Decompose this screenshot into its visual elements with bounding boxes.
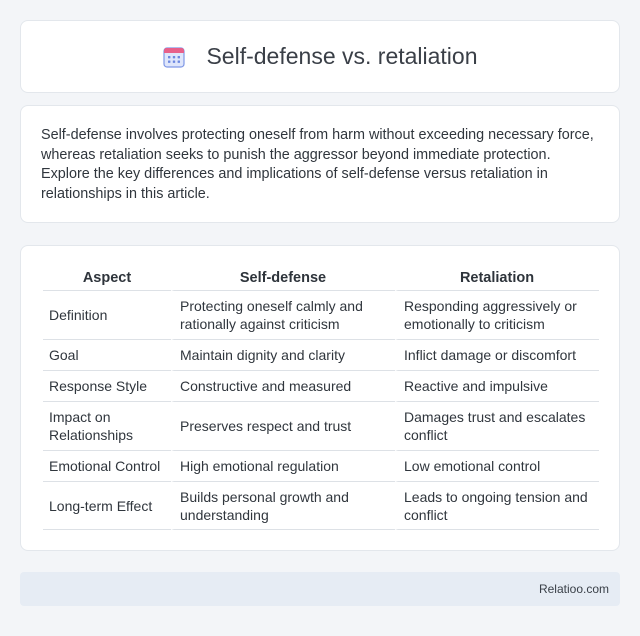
footer-brand[interactable]: Relatioo.com [539,582,609,596]
row-retaliation: Damages trust and escalates conflict [395,401,599,450]
row-retaliation: Leads to ongoing tension and conflict [395,481,599,530]
table-row: Impact on Relationships Preserves respec… [43,401,599,450]
row-self-defense: Preserves respect and trust [171,401,395,450]
table-row: Emotional Control High emotional regulat… [43,450,599,481]
header-self-defense: Self-defense [239,270,327,286]
row-aspect: Definition [43,290,171,339]
header-retaliation: Retaliation [459,270,535,286]
row-self-defense: Constructive and measured [171,370,395,401]
intro-paragraph: Self-defense involves protecting oneself… [41,127,594,202]
row-aspect: Emotional Control [43,450,171,481]
table-row: Definition Protecting oneself calmly and… [43,290,599,339]
row-self-defense: Maintain dignity and clarity [171,339,395,370]
row-aspect: Response Style [43,370,171,401]
footer: Relatioo.com [20,572,620,606]
table-header-row: Aspect Self-defense Retaliation [43,265,599,290]
table-row: Response Style Constructive and measured… [43,370,599,401]
title-wrap: Self-defense vs. retaliation [162,43,478,70]
row-aspect: Long-term Effect [43,481,171,530]
page-title: Self-defense vs. retaliation [206,43,478,69]
title-card: Self-defense vs. retaliation [20,20,620,93]
comparison-card: Aspect Self-defense Retaliation Definiti… [20,245,620,551]
row-aspect: Impact on Relationships [43,401,171,450]
table-row: Long-term Effect Builds personal growth … [43,481,599,530]
row-retaliation: Inflict damage or discomfort [395,339,599,370]
intro-card: Self-defense involves protecting oneself… [20,105,620,223]
calendar-icon [163,46,186,68]
comparison-table: Aspect Self-defense Retaliation Definiti… [43,265,599,530]
row-retaliation: Low emotional control [395,450,599,481]
row-self-defense: High emotional regulation [171,450,395,481]
row-self-defense: Protecting oneself calmly and rationally… [171,290,395,339]
row-aspect: Goal [43,339,171,370]
row-retaliation: Reactive and impulsive [395,370,599,401]
header-aspect: Aspect [82,270,132,286]
row-retaliation: Responding aggressively or emotionally t… [395,290,599,339]
table-row: Goal Maintain dignity and clarity Inflic… [43,339,599,370]
row-self-defense: Builds personal growth and understanding [171,481,395,530]
